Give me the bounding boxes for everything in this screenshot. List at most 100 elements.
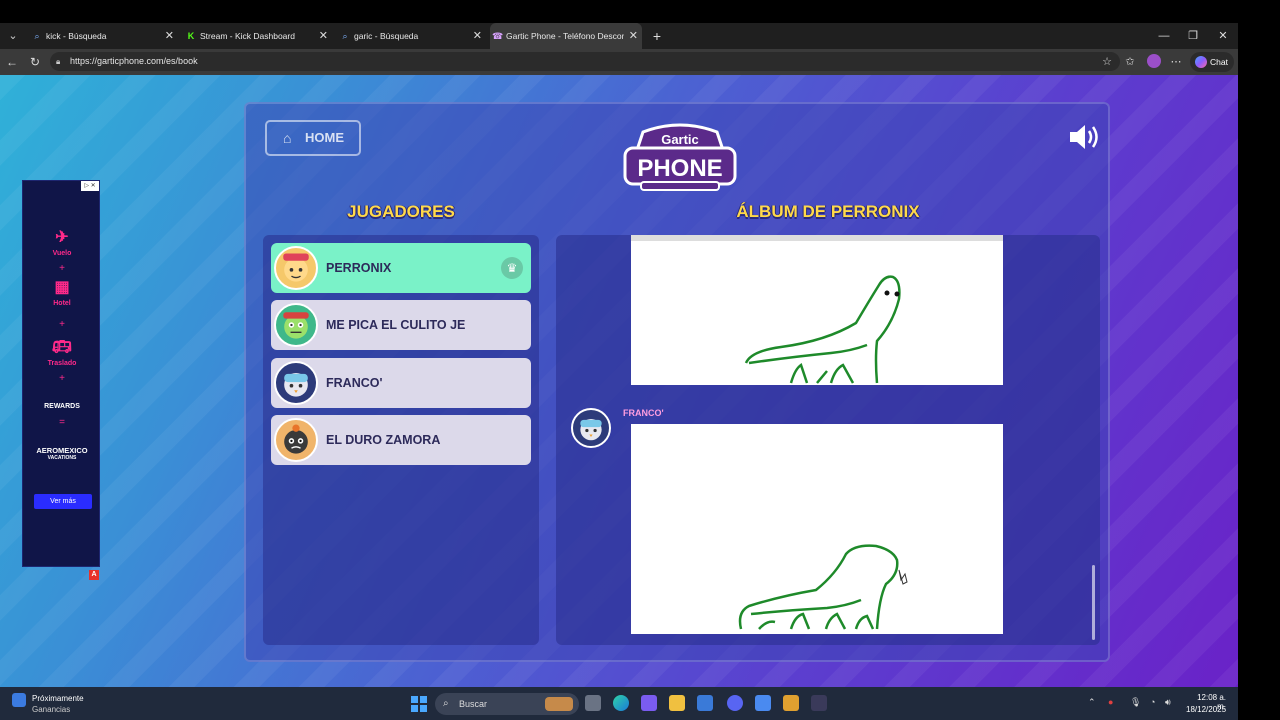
profile-avatar[interactable] — [1147, 54, 1161, 68]
web-page: ▷ ✕ ✈ Vuelo + ▦ Hotel + 🚌︎ Traslado + RE… — [0, 75, 1238, 687]
microphone-icon[interactable]: 🎙︎ — [1130, 697, 1141, 708]
search-icon: ⌕ — [342, 31, 348, 41]
new-tab-icon[interactable]: + — [650, 23, 664, 49]
rewards-text: REWARDS — [44, 403, 80, 410]
game-panel: ⌂ HOME Gartic PHONE JUGADORES ÁLBUM DE P… — [244, 102, 1110, 662]
logo-bottom-text: PHONE — [637, 155, 722, 182]
tray-app-icon[interactable]: ● — [1108, 697, 1113, 707]
task-view-icon[interactable] — [585, 695, 601, 711]
search-highlight-icon — [545, 697, 573, 711]
close-icon[interactable]: ✕ — [165, 23, 174, 49]
player-name: FRANCO' — [326, 376, 383, 390]
copilot-icon — [1195, 56, 1207, 68]
ad-marker-icon: A — [89, 570, 99, 580]
ad-choices-icon[interactable]: ▷ ✕ — [81, 181, 99, 191]
cursor-icon — [898, 569, 908, 585]
gartic-phone-logo: Gartic PHONE — [623, 123, 737, 191]
tab-list-chevron-icon[interactable]: ⌄ — [5, 28, 21, 44]
widget-title[interactable]: Próximamente — [32, 694, 84, 703]
bus-icon: 🚌︎ — [51, 339, 73, 356]
ad-cta-button[interactable]: Ver más — [34, 494, 92, 509]
copilot-app-icon[interactable] — [641, 695, 657, 711]
player-name: ME PICA EL CULITO JE — [326, 318, 466, 332]
tab-title: Gartic Phone - Teléfono Descompuesto — [506, 31, 624, 41]
screen: ⌄ ⌕ kick - Búsqueda ✕ K Stream - Kick Da… — [0, 0, 1280, 720]
chevron-up-icon[interactable]: ⌃ — [1088, 697, 1096, 708]
tab-kick-search[interactable]: ⌕ kick - Búsqueda ✕ — [30, 23, 178, 49]
ad-item-label: Vuelo — [52, 250, 72, 257]
edge-icon[interactable] — [613, 695, 629, 711]
player-row[interactable]: EL DURO ZAMORA — [271, 415, 531, 465]
discord-icon[interactable] — [727, 695, 743, 711]
brand-sub-text: VACATIONS — [47, 455, 77, 461]
favorites-icon[interactable]: ✩ — [1122, 54, 1138, 70]
url-field[interactable]: 🔒︎ https://garticphone.com/es/book — [50, 52, 1120, 71]
drawing-card — [631, 424, 1003, 634]
sound-icon[interactable] — [1068, 122, 1102, 152]
chat-button[interactable]: Chat — [1190, 52, 1234, 72]
kick-icon: K — [187, 31, 195, 41]
player-row[interactable]: FRANCO' — [271, 358, 531, 408]
cta-label: Ver más — [50, 498, 76, 505]
tab-garic-search[interactable]: ⌕ garic - Búsqueda ✕ — [338, 23, 486, 49]
tab-gartic-phone[interactable]: ☎ Gartic Phone - Teléfono Descompuesto ✕ — [490, 23, 642, 49]
equals-sign: = — [59, 417, 65, 428]
player-list: PERRONIX ♛ ME PICA EL CULITO JE FRANCO' — [263, 235, 539, 645]
album-scrollbar[interactable] — [1092, 565, 1095, 640]
home-button[interactable]: ⌂ HOME — [265, 120, 361, 156]
favorite-star-icon[interactable]: ☆ — [1099, 54, 1115, 70]
tab-title: Stream - Kick Dashboard — [200, 31, 295, 41]
ad-item-label: Hotel — [53, 300, 71, 307]
back-icon[interactable]: ← — [4, 54, 20, 70]
more-icon[interactable]: ⋯ — [1168, 54, 1184, 70]
app-icon[interactable] — [783, 695, 799, 711]
brand-text: AEROMEXICO — [36, 446, 88, 455]
widgets-icon[interactable] — [12, 693, 26, 707]
widget-subtitle[interactable]: Ganancias — [32, 705, 70, 714]
ad-banner[interactable]: ▷ ✕ ✈ Vuelo + ▦ Hotel + 🚌︎ Traslado + RE… — [22, 180, 100, 567]
avatar — [274, 361, 318, 405]
wifi-icon[interactable]: ◔ — [1150, 697, 1155, 707]
restore-icon[interactable]: ❐ — [1181, 23, 1205, 49]
tab-kick-dashboard[interactable]: K Stream - Kick Dashboard ✕ — [184, 23, 332, 49]
drawing-card — [631, 235, 1003, 385]
taskbar-search[interactable]: ⌕ Buscar — [435, 693, 579, 715]
ad-item-hotel: ▦ Hotel — [23, 279, 101, 307]
tab-title: kick - Búsqueda — [46, 31, 107, 41]
plus-sign: + — [59, 319, 65, 330]
close-window-icon[interactable]: ✕ — [1211, 23, 1235, 49]
avatar — [274, 303, 318, 347]
search-icon: ⌕ — [443, 698, 449, 709]
player-row[interactable]: PERRONIX ♛ — [271, 243, 531, 293]
gartic-icon: ☎ — [492, 31, 504, 41]
refresh-icon[interactable]: ↻ — [27, 54, 43, 70]
ad-item-transfer: 🚌︎ Traslado — [23, 339, 101, 367]
close-icon[interactable]: ✕ — [625, 23, 638, 49]
folder-icon[interactable] — [669, 695, 685, 711]
clock-date[interactable]: 18/12/2025 — [1186, 705, 1226, 714]
player-row[interactable]: ME PICA EL CULITO JE — [271, 300, 531, 350]
ad-item-label: Traslado — [47, 360, 77, 367]
album-panel: FRANCO' — [556, 235, 1100, 645]
home-label: HOME — [305, 130, 344, 145]
address-bar: ← ↻ 🔒︎ https://garticphone.com/es/book ☆… — [0, 49, 1238, 75]
drawing-image — [738, 544, 908, 630]
author-avatar — [571, 408, 611, 448]
minimize-icon[interactable]: — — [1152, 23, 1176, 49]
app-icon[interactable] — [755, 695, 771, 711]
plane-icon: ✈ — [55, 229, 69, 246]
ad-rewards: REWARDS — [23, 403, 101, 410]
player-name: PERRONIX — [326, 261, 392, 275]
app-icon[interactable] — [811, 695, 827, 711]
speaker-icon[interactable]: 🔊︎ — [1165, 697, 1171, 708]
screen-edge — [1238, 0, 1280, 720]
avatar — [274, 246, 318, 290]
windows-start-icon[interactable] — [411, 696, 427, 712]
close-icon[interactable]: ✕ — [473, 23, 482, 49]
ad-brand: AEROMEXICO VACATIONS — [23, 446, 101, 461]
tab-bar: ⌄ ⌕ kick - Búsqueda ✕ K Stream - Kick Da… — [0, 23, 1238, 49]
drawing-image — [744, 275, 901, 384]
store-icon[interactable] — [697, 695, 713, 711]
close-icon[interactable]: ✕ — [319, 23, 328, 49]
crown-icon: ♛ — [501, 257, 523, 279]
